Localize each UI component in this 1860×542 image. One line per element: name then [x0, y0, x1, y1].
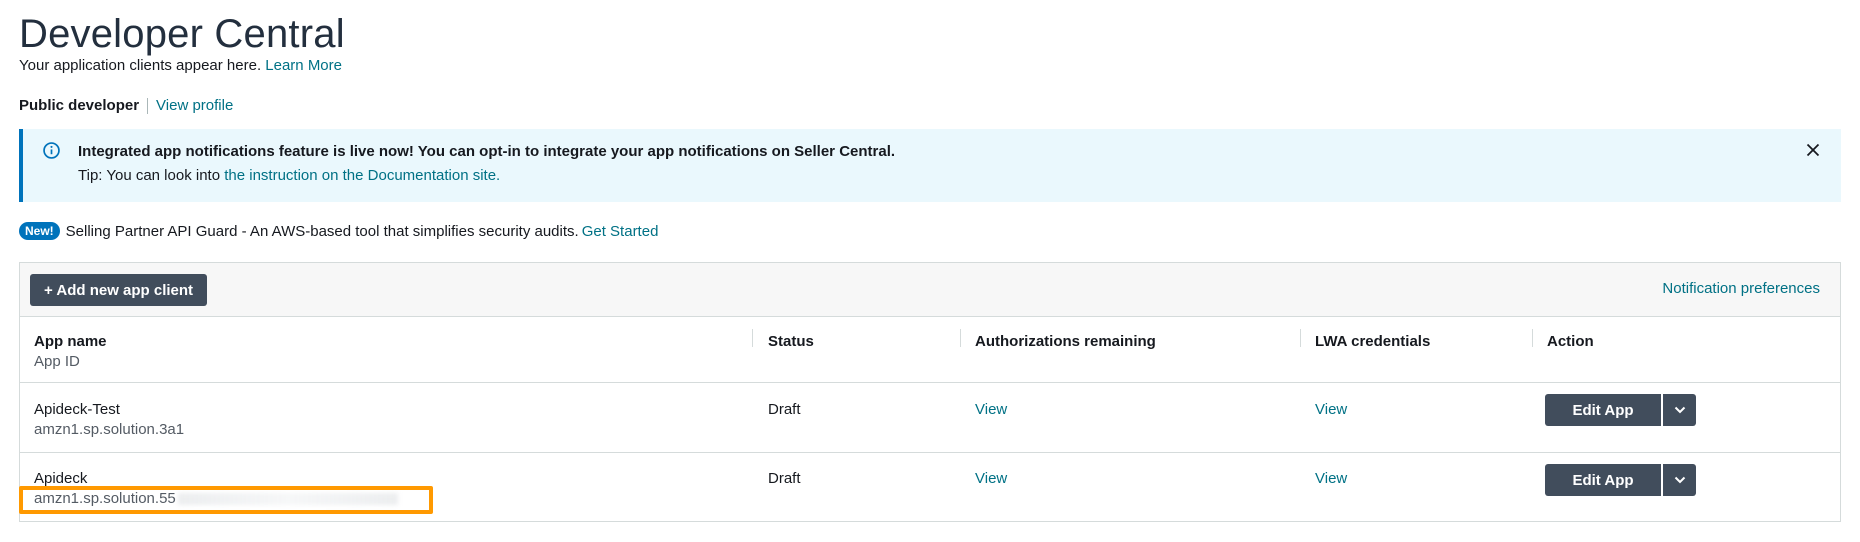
view-profile-link[interactable]: View profile [156, 97, 233, 114]
close-icon[interactable] [1805, 142, 1821, 158]
banner-tip: Tip: You can look into the instruction o… [78, 167, 500, 184]
col-header-app-id: App ID [34, 353, 80, 370]
row-divider [20, 382, 1840, 383]
app-name-cell: Apideck-Test [34, 401, 120, 418]
new-badge: New! [19, 222, 60, 240]
edit-app-dropdown[interactable] [1663, 394, 1696, 426]
page-subtitle: Your application clients appear here. Le… [19, 57, 342, 74]
authorizations-view-link[interactable]: View [975, 470, 1007, 487]
info-icon [43, 142, 60, 159]
panel-toolbar: + Add new app client Notification prefer… [20, 263, 1840, 317]
developer-info: Public developer View profile [19, 97, 233, 114]
app-clients-panel: + Add new app client Notification prefer… [19, 262, 1841, 522]
edit-app-dropdown[interactable] [1663, 464, 1696, 496]
edit-app-button-group: Edit App [1545, 394, 1696, 426]
divider [147, 97, 149, 114]
column-divider [1532, 329, 1533, 347]
app-id-cell: amzn1.sp.solution.3a1 [34, 421, 185, 438]
lwa-view-link[interactable]: View [1315, 401, 1347, 418]
developer-central-page: Developer Central Your application clien… [0, 0, 1860, 542]
status-cell: Draft [768, 470, 801, 487]
app-name-cell: Apideck [34, 470, 88, 487]
row-divider [20, 452, 1840, 453]
api-guard-promo: New! Selling Partner API Guard - An AWS-… [19, 222, 658, 240]
banner-tip-text: Tip: You can look into [78, 167, 221, 184]
column-divider [752, 329, 753, 347]
developer-type-label: Public developer [19, 97, 140, 114]
banner-headline: Integrated app notifications feature is … [78, 143, 896, 160]
subtitle-text: Your application clients appear here. [19, 57, 262, 74]
chevron-down-icon [1674, 476, 1685, 484]
documentation-link[interactable]: the instruction on the Documentation sit… [224, 167, 500, 184]
column-divider [1300, 329, 1301, 347]
status-cell: Draft [768, 401, 801, 418]
lwa-view-link[interactable]: View [1315, 470, 1347, 487]
notification-preferences-link[interactable]: Notification preferences [1662, 280, 1820, 297]
chevron-down-icon [1674, 406, 1685, 414]
edit-app-button[interactable]: Edit App [1545, 394, 1661, 426]
edit-app-button-group: Edit App [1545, 464, 1696, 496]
promo-text: Selling Partner API Guard - An AWS-based… [65, 222, 579, 240]
col-header-status: Status [768, 333, 814, 350]
col-header-authorizations: Authorizations remaining [975, 333, 1156, 350]
get-started-link[interactable]: Get Started [582, 223, 659, 240]
notification-banner: Integrated app notifications feature is … [19, 129, 1841, 202]
column-divider [960, 329, 961, 347]
learn-more-link[interactable]: Learn More [265, 57, 342, 74]
col-header-app-name: App name [34, 333, 107, 350]
add-app-client-button[interactable]: + Add new app client [30, 274, 208, 306]
page-title: Developer Central [19, 12, 345, 56]
authorizations-view-link[interactable]: View [975, 401, 1007, 418]
highlight-annotation-box [19, 486, 433, 514]
col-header-action: Action [1547, 333, 1594, 350]
edit-app-button[interactable]: Edit App [1545, 464, 1661, 496]
col-header-lwa: LWA credentials [1315, 333, 1431, 350]
